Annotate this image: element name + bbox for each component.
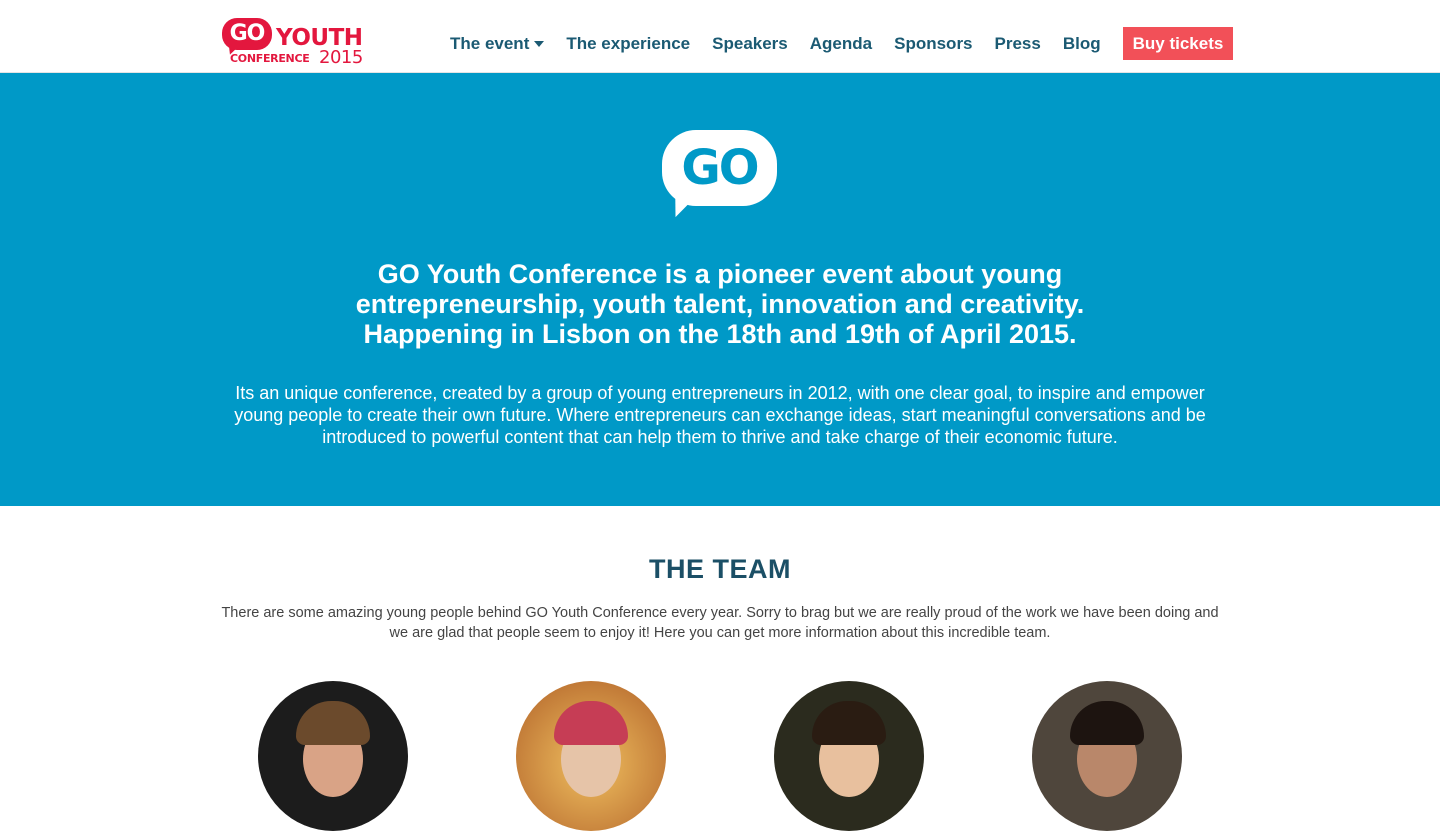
hero-section: GO GO Youth Conference is a pioneer even…	[0, 73, 1440, 506]
main-nav: The event The experience Speakers Agenda…	[450, 27, 1234, 60]
nav-item-blog[interactable]: Blog	[1063, 34, 1101, 54]
nav-item-speakers[interactable]: Speakers	[712, 34, 788, 54]
hero-title: GO Youth Conference is a pioneer event a…	[300, 259, 1140, 349]
team-member-avatar[interactable]	[774, 681, 924, 831]
avatar-hair	[1070, 701, 1144, 745]
nav-item-label: The experience	[566, 33, 691, 53]
nav-item-label: Sponsors	[894, 33, 973, 53]
team-title: THE TEAM	[649, 554, 791, 584]
nav-item-sponsors[interactable]: Sponsors	[894, 34, 972, 54]
avatar-hair	[296, 701, 370, 745]
hero-title-line: GO Youth Conference is a pioneer event a…	[377, 259, 1063, 289]
nav-item-agenda[interactable]: Agenda	[810, 34, 872, 54]
go-logo-icon: GO	[660, 128, 780, 221]
logo-conference-text: CONFERENCE	[230, 52, 310, 65]
nav-item-label: Speakers	[712, 33, 788, 53]
logo-year-text: 2015	[319, 47, 363, 68]
avatar-hair	[554, 701, 628, 745]
logo-go-text: GO	[229, 21, 266, 46]
team-section: THE TEAM There are some amazing young pe…	[0, 506, 1440, 831]
chevron-down-icon	[534, 40, 545, 47]
nav-item-label: Blog	[1062, 33, 1101, 53]
site-header: GO YOUTH CONFERENCE 2015 The event The e…	[0, 0, 1440, 73]
go-youth-logo[interactable]: GO YOUTH CONFERENCE 2015	[220, 15, 370, 69]
hero-title-line: Happening in Lisbon on the 18th and 19th…	[363, 319, 1077, 349]
nav-item-label: Press	[994, 33, 1041, 53]
nav-item-label: Agenda	[809, 33, 873, 53]
nav-item-the-experience[interactable]: The experience	[566, 34, 690, 54]
nav-item-press[interactable]: Press	[995, 34, 1041, 54]
hero-description: Its an unique conference, created by a g…	[234, 383, 1206, 447]
buy-tickets-button[interactable]: Buy tickets	[1122, 27, 1234, 60]
nav-item-label: The event	[450, 33, 530, 53]
team-member-avatar[interactable]	[516, 681, 666, 831]
nav-item-the-event[interactable]: The event	[450, 33, 545, 54]
team-member-avatar[interactable]	[258, 681, 408, 831]
team-description: There are some amazing young people behi…	[221, 605, 1219, 641]
hero-title-line: entrepreneurship, youth talent, innovati…	[355, 289, 1085, 319]
hero-logo-text: GO	[681, 140, 759, 196]
team-member-avatar[interactable]	[1032, 681, 1182, 831]
avatar-hair	[812, 701, 886, 745]
